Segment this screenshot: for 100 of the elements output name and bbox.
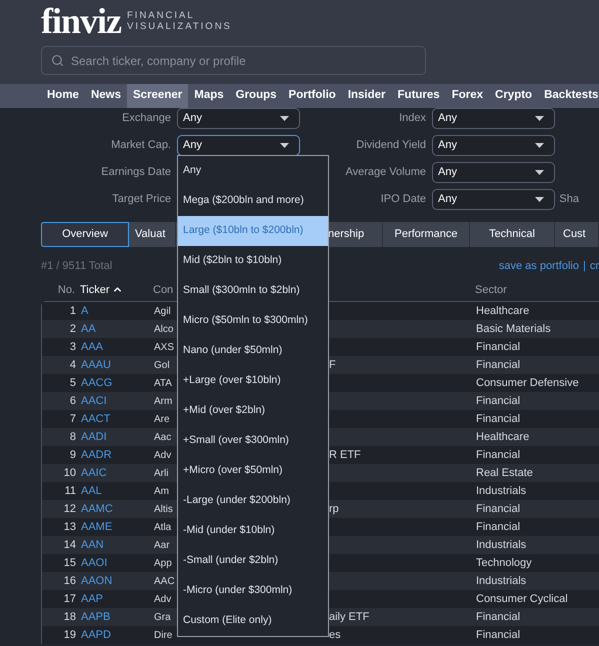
table-cell-text: Aar [154, 538, 171, 552]
ticker-link[interactable]: AAA [81, 338, 154, 356]
nav-link[interactable]: Screener [127, 84, 188, 108]
filter-label: Sha [558, 192, 579, 208]
ticker-link[interactable]: AADR [81, 446, 154, 464]
table-cell-text: Arli [154, 466, 170, 480]
table-cell: rp [329, 502, 339, 515]
caret-icon [535, 170, 544, 175]
nav-link[interactable]: Crypto [489, 84, 538, 108]
logo[interactable]: finviz [41, 3, 121, 39]
nav-link[interactable]: News [84, 84, 127, 108]
table-cell-text: Financial [476, 628, 520, 643]
column-header[interactable]: Con [153, 282, 174, 298]
dropdown-option[interactable]: Custom (Elite only) [178, 606, 328, 636]
table-cell: aily ETF [329, 610, 370, 623]
dropdown-option[interactable]: -Large (under $200bln) [178, 486, 328, 516]
view-tab[interactable]: Performance [383, 222, 470, 247]
caret-icon [280, 116, 289, 121]
table-cell-text: Technology [476, 556, 532, 571]
link[interactable]: save as portfolio [498, 258, 579, 274]
table-cell-text: Atla [154, 520, 172, 534]
logo-tagline: FINANCIAL [127, 10, 196, 21]
table-cell-text: Financial [476, 412, 520, 427]
dropdown-option[interactable]: Mega ($200bln and more) [178, 186, 328, 216]
ticker-link[interactable]: AACT [81, 410, 154, 428]
ticker-link[interactable]: AAL [81, 482, 154, 500]
dropdown-option[interactable]: Mid ($2bln to $10bln) [178, 246, 328, 276]
ticker-link[interactable]: AAON [81, 572, 154, 590]
dropdown-option[interactable]: Nano (under $50mln) [178, 336, 328, 366]
nav-link[interactable]: Futures [392, 84, 446, 108]
column-header[interactable]: Sector [475, 282, 507, 298]
row-number: 17 [62, 592, 76, 607]
nav-link[interactable]: Home [41, 84, 85, 108]
dropdown-option[interactable]: +Mid (over $2bln) [178, 396, 328, 426]
view-tab[interactable]: Valuat [129, 222, 176, 247]
nav-link[interactable]: Forex [446, 84, 490, 108]
dropdown-option[interactable]: +Micro (over $50mln) [178, 456, 328, 486]
column-header[interactable]: Ticker [80, 282, 110, 298]
dropdown-option[interactable]: -Mid (under $10bln) [178, 516, 328, 546]
table-cell-text: Dire [154, 628, 174, 642]
ticker-link[interactable]: A [81, 302, 154, 320]
caret-icon [535, 116, 544, 121]
dropdown-option[interactable]: +Large (over $10bln) [178, 366, 328, 396]
row-number: 13 [62, 520, 76, 535]
dropdown-option[interactable]: -Small (under $2bln) [178, 546, 328, 576]
ticker-link[interactable]: AACI [81, 392, 154, 410]
dropdown-select[interactable]: Any [432, 162, 555, 183]
row-number: 12 [62, 502, 76, 517]
ticker-link[interactable]: AAMC [81, 500, 154, 518]
dropdown-option[interactable]: -Micro (under $300mln) [178, 576, 328, 606]
table-cell-text: Altis [154, 502, 174, 516]
table-cell-text: Gra [154, 610, 172, 624]
dropdown-option[interactable]: +Small (over $300mln) [178, 426, 328, 456]
ticker-link[interactable]: AAP [81, 590, 154, 608]
ticker-link[interactable]: AAME [81, 518, 154, 536]
row-number: 6 [68, 394, 76, 409]
row-number: 4 [68, 358, 76, 373]
ticker-link[interactable]: AACG [81, 374, 154, 392]
table-cell: R ETF [329, 448, 361, 461]
link[interactable]: cr [590, 258, 599, 274]
filter-label: Target Price [111, 192, 171, 208]
dropdown-select[interactable]: Any [432, 108, 555, 129]
dropdown-select[interactable]: Any [177, 135, 300, 156]
dropdown-select[interactable]: Any [177, 108, 300, 129]
ticker-link[interactable]: AAN [81, 536, 154, 554]
logo-tagline: VISUALIZATIONS [127, 21, 232, 32]
ticker-link[interactable]: AAPD [81, 626, 154, 644]
dropdown-select[interactable]: Any [432, 135, 555, 156]
row-number: 3 [68, 340, 76, 355]
ticker-link[interactable]: AAPB [81, 608, 154, 626]
ticker-link[interactable]: AA [81, 320, 154, 338]
ticker-link[interactable]: AAIC [81, 464, 154, 482]
dropdown-option[interactable]: Any [178, 156, 328, 186]
dropdown-option[interactable]: Small ($300mln to $2bln) [178, 276, 328, 306]
ticker-link[interactable]: AADI [81, 428, 154, 446]
ticker-link[interactable]: AAAU [81, 356, 154, 374]
table-cell-text: Adv [154, 448, 172, 462]
ticker-link[interactable]: AAOI [81, 554, 154, 572]
dropdown-option[interactable]: Micro ($50mln to $300mln) [178, 306, 328, 336]
table-cell-text: Financial [476, 394, 520, 409]
view-tab[interactable]: Overview [41, 222, 129, 247]
nav-link[interactable]: Portfolio [282, 84, 342, 108]
view-tab[interactable]: Technical [470, 222, 555, 247]
search-field[interactable]: Search ticker, company or profile [41, 46, 426, 75]
table-cell-text: Aac [154, 430, 172, 444]
nav-link[interactable]: Groups [230, 84, 283, 108]
dropdown-select[interactable]: Any [432, 189, 555, 210]
nav-link[interactable]: Maps [188, 84, 230, 108]
result-count: #1 / 9511 Total [41, 258, 112, 274]
column-header[interactable]: No. [58, 282, 75, 298]
table-cell-text: Financial [476, 610, 520, 625]
table-cell-text: Am [154, 484, 170, 498]
table-cell-text: Agil [154, 304, 172, 318]
nav-link[interactable]: Backtests [538, 84, 599, 108]
table-cell-text: Financial [476, 340, 520, 355]
row-number: 11 [64, 484, 76, 499]
view-tab[interactable]: Cust [555, 222, 599, 247]
table-cell-text: ATA [154, 376, 173, 390]
table-cell-text: App [154, 556, 173, 570]
nav-link[interactable]: Insider [342, 84, 392, 108]
